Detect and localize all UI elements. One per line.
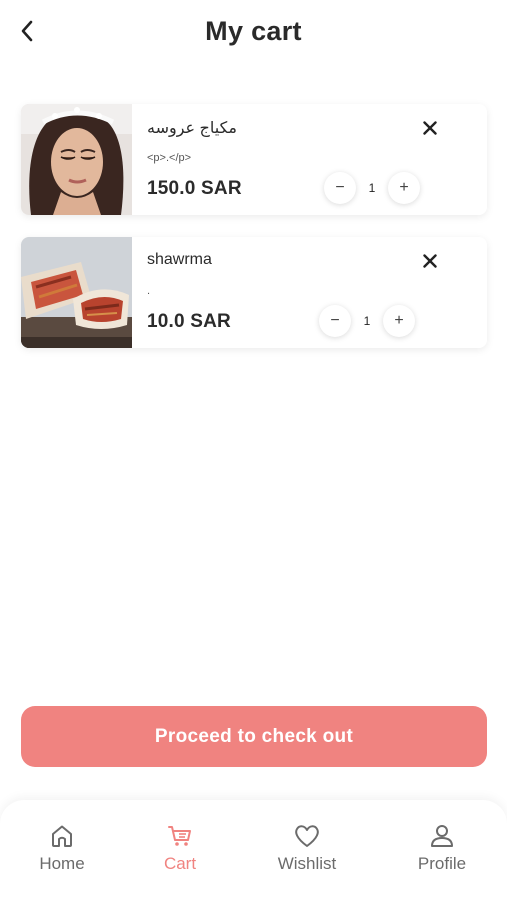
cart-item: shawrma . 10.0 SAR − 1 + (21, 237, 487, 348)
nav-label: Cart (163, 854, 197, 873)
decrease-quantity-button[interactable]: − (319, 305, 351, 337)
nav-label: Profile (417, 854, 467, 873)
close-icon (423, 121, 437, 135)
nav-label: Home (39, 854, 85, 873)
home-icon (52, 825, 72, 847)
bottom-nav: Home Cart Wishlist Profile (0, 800, 507, 900)
remove-item-button[interactable] (420, 118, 440, 138)
nav-item-cart[interactable]: Cart (135, 822, 225, 874)
decrease-quantity-button[interactable]: − (324, 172, 356, 204)
quantity-stepper: − 1 + (324, 172, 420, 204)
checkout-button[interactable]: Proceed to check out (21, 706, 487, 767)
increase-quantity-button[interactable]: + (383, 305, 415, 337)
quantity-stepper: − 1 + (319, 305, 415, 337)
nav-item-wishlist[interactable]: Wishlist (262, 822, 352, 874)
quantity-value: 1 (368, 181, 376, 195)
cart-list: مكياج عروسه <p>.</p> 150.0 SAR − 1 + sha… (21, 104, 487, 370)
nav-label: Wishlist (277, 854, 337, 873)
increase-quantity-button[interactable]: + (388, 172, 420, 204)
cart-item: مكياج عروسه <p>.</p> 150.0 SAR − 1 + (21, 104, 487, 215)
item-name: مكياج عروسه (147, 120, 237, 137)
product-image[interactable] (21, 237, 132, 348)
user-icon (431, 825, 453, 847)
item-price: 10.0 SAR (147, 311, 231, 332)
item-description: . (147, 285, 151, 297)
item-name: shawrma (147, 251, 212, 268)
page-title: My cart (205, 16, 302, 46)
close-icon (423, 254, 437, 268)
nav-item-home[interactable]: Home (17, 822, 107, 874)
product-image[interactable] (21, 104, 132, 215)
heart-icon (295, 825, 319, 847)
item-price: 150.0 SAR (147, 178, 242, 199)
quantity-value: 1 (363, 314, 371, 328)
header: My cart (0, 0, 507, 70)
cart-icon (168, 826, 191, 846)
nav-item-profile[interactable]: Profile (397, 822, 487, 874)
item-description: <p>.</p> (147, 152, 192, 164)
remove-item-button[interactable] (420, 251, 440, 271)
